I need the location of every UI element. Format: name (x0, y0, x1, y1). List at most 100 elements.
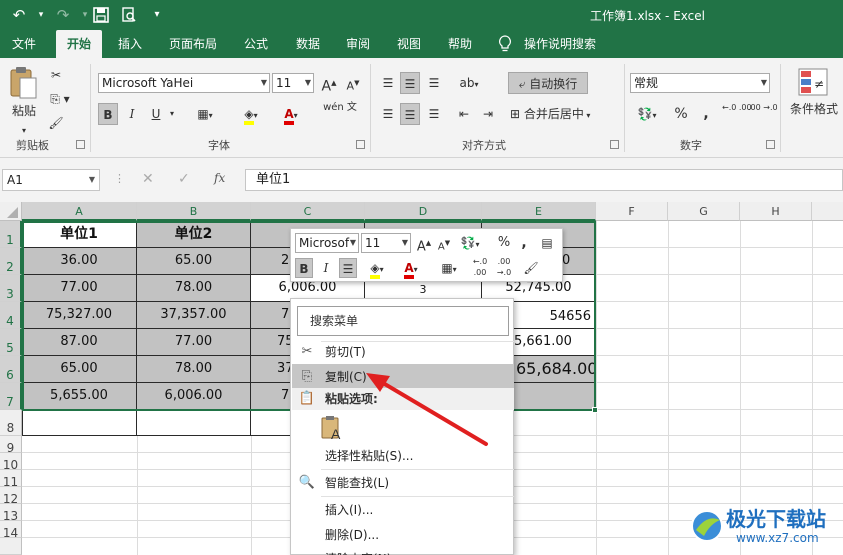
formula-input[interactable]: 单位1 (245, 169, 843, 191)
select-all-corner[interactable] (0, 202, 22, 221)
cell-b5[interactable]: 77.00 (137, 329, 251, 356)
conditional-formatting-icon[interactable]: ≠ (798, 68, 828, 96)
cut-icon[interactable]: ✂ (46, 64, 66, 86)
cell-a7[interactable]: 5,655.00 (22, 383, 137, 410)
merge-center-button[interactable]: ⊞ 合并后居中 ▾ (510, 103, 610, 125)
fill-handle[interactable] (592, 407, 598, 413)
paste-button[interactable]: 粘贴 (6, 100, 42, 122)
mini-italic-button[interactable]: I (317, 258, 335, 278)
conditional-formatting-button[interactable]: 条件格式 (786, 98, 842, 120)
row-header-10[interactable]: 10 (0, 453, 22, 472)
save-icon[interactable] (90, 4, 112, 26)
mini-center-icon[interactable]: ☰ (339, 258, 357, 278)
wrap-text-button[interactable]: ⤶ 自动换行 (508, 72, 588, 94)
mini-accounting-icon[interactable]: 💱▾ (455, 233, 485, 253)
customize-qat-icon[interactable]: ▾ (146, 4, 168, 26)
number-launcher-icon[interactable] (766, 140, 775, 149)
align-left-icon[interactable]: ☰ (378, 103, 398, 125)
underline-dropdown-icon[interactable]: ▾ (166, 103, 178, 125)
row-header-15[interactable] (0, 538, 22, 555)
column-header-c[interactable]: C (251, 202, 365, 221)
row-header-12[interactable]: 12 (0, 487, 22, 506)
menu-item-cut[interactable]: ✂ 剪切(T) (292, 339, 514, 365)
menu-item-clear-contents[interactable]: 清除内容(N) (292, 546, 514, 555)
tab-help[interactable]: 帮助 (440, 30, 480, 58)
cell-b6[interactable]: 78.00 (137, 356, 251, 383)
underline-button[interactable]: U (146, 103, 166, 125)
mini-percent-button[interactable]: % (495, 233, 513, 253)
decrease-indent-icon[interactable]: ⇤ (454, 103, 474, 125)
font-size-combo[interactable]: 11 ▼ (272, 73, 314, 93)
row-header-9[interactable]: 9 (0, 436, 22, 455)
menu-item-smart-lookup[interactable]: 🔍 智能查找(L) (292, 470, 514, 496)
tab-page-layout[interactable]: 页面布局 (162, 30, 224, 58)
row-header-1[interactable]: 1 (0, 221, 22, 248)
tab-file[interactable]: 文件 (4, 30, 44, 58)
increase-decimal-icon[interactable]: ←.0 .00 (722, 102, 752, 124)
copy-icon[interactable]: ⎘ ▾ (46, 88, 74, 110)
row-header-2[interactable]: 2 (0, 248, 22, 275)
mini-font-combo[interactable]: Microsof ▼ (295, 233, 359, 253)
mini-format-painter-icon[interactable]: 🖌 (521, 258, 541, 278)
column-header-b[interactable]: B (137, 202, 251, 221)
mini-decrease-decimal-icon[interactable]: .00 →.0 (493, 256, 515, 277)
decrease-font-icon[interactable]: A▼ (342, 72, 364, 94)
menu-item-delete[interactable]: 删除(D)... (292, 522, 514, 548)
accounting-format-icon[interactable]: 💱▾ (632, 103, 662, 125)
align-middle-icon[interactable]: ☰ (400, 72, 420, 94)
enter-icon[interactable]: ✓ (178, 171, 190, 187)
menu-item-insert[interactable]: 插入(I)... (292, 497, 514, 523)
column-header-f[interactable]: F (596, 202, 668, 221)
tab-review[interactable]: 审阅 (338, 30, 378, 58)
column-header-e[interactable]: E (482, 202, 596, 221)
font-color-icon[interactable]: A▾ (276, 103, 306, 125)
tab-formulas[interactable]: 公式 (236, 30, 276, 58)
row-header-13[interactable]: 13 (0, 504, 22, 523)
redo-icon[interactable]: ↷ (52, 4, 74, 26)
mini-borders-icon[interactable]: ▦▾ (435, 258, 463, 278)
format-painter-icon[interactable]: 🖌 (46, 112, 66, 134)
font-name-combo[interactable]: Microsoft YaHei ▼ (98, 73, 270, 93)
mini-increase-decimal-icon[interactable]: ←.0.00 (469, 256, 491, 277)
tell-me-search[interactable]: 操作说明搜索 (524, 30, 604, 58)
tab-home[interactable]: 开始 (56, 30, 102, 58)
column-header-i[interactable] (812, 202, 843, 221)
mini-format-table-icon[interactable]: ▤ (537, 233, 557, 253)
alignment-launcher-icon[interactable] (610, 140, 619, 149)
insert-function-icon[interactable]: fx (214, 171, 225, 185)
name-box[interactable]: A1 ▼ (2, 169, 100, 191)
mini-fill-color-icon[interactable]: ◈▾ (363, 258, 391, 279)
number-format-combo[interactable]: 常规 ▼ (630, 73, 770, 93)
row-header-14[interactable]: 14 (0, 521, 22, 540)
borders-icon[interactable]: ▦▾ (192, 103, 218, 125)
mini-size-combo[interactable]: 11 ▼ (361, 233, 411, 253)
phonetic-guide-icon[interactable]: wén 文 (322, 102, 358, 124)
increase-font-icon[interactable]: A▲ (318, 72, 340, 95)
cell-b1[interactable]: 单位2 (137, 221, 251, 248)
mini-font-color-icon[interactable]: A▾ (397, 258, 425, 279)
cell-a1[interactable]: 单位1 (22, 221, 137, 248)
cell-a2[interactable]: 36.00 (22, 248, 137, 275)
increase-indent-icon[interactable]: ⇥ (478, 103, 498, 125)
cell-b3[interactable]: 78.00 (137, 275, 251, 302)
print-preview-icon[interactable] (118, 4, 140, 26)
align-bottom-icon[interactable]: ☰ (424, 72, 444, 94)
cell-b7[interactable]: 6,006.00 (137, 383, 251, 410)
tab-insert[interactable]: 插入 (110, 30, 150, 58)
row-header-4[interactable]: 4 (0, 302, 22, 329)
column-header-a[interactable]: A (22, 202, 137, 221)
row-header-7[interactable]: 7 (0, 383, 22, 410)
comma-style-button[interactable]: , (696, 103, 716, 125)
percent-style-button[interactable]: % (670, 103, 692, 125)
cell-a4[interactable]: 75,327.00 (22, 302, 137, 329)
column-header-h[interactable]: H (740, 202, 812, 221)
bold-button[interactable]: B (98, 103, 118, 125)
font-launcher-icon[interactable] (356, 140, 365, 149)
fill-color-icon[interactable]: ◈▾ (236, 103, 266, 125)
paste-icon[interactable] (8, 66, 40, 100)
cell-b4[interactable]: 37,357.00 (137, 302, 251, 329)
tab-view[interactable]: 视图 (389, 30, 429, 58)
column-header-g[interactable]: G (668, 202, 740, 221)
row-header-6[interactable]: 6 (0, 356, 22, 383)
decrease-decimal-icon[interactable]: .00 →.0 (748, 102, 778, 124)
